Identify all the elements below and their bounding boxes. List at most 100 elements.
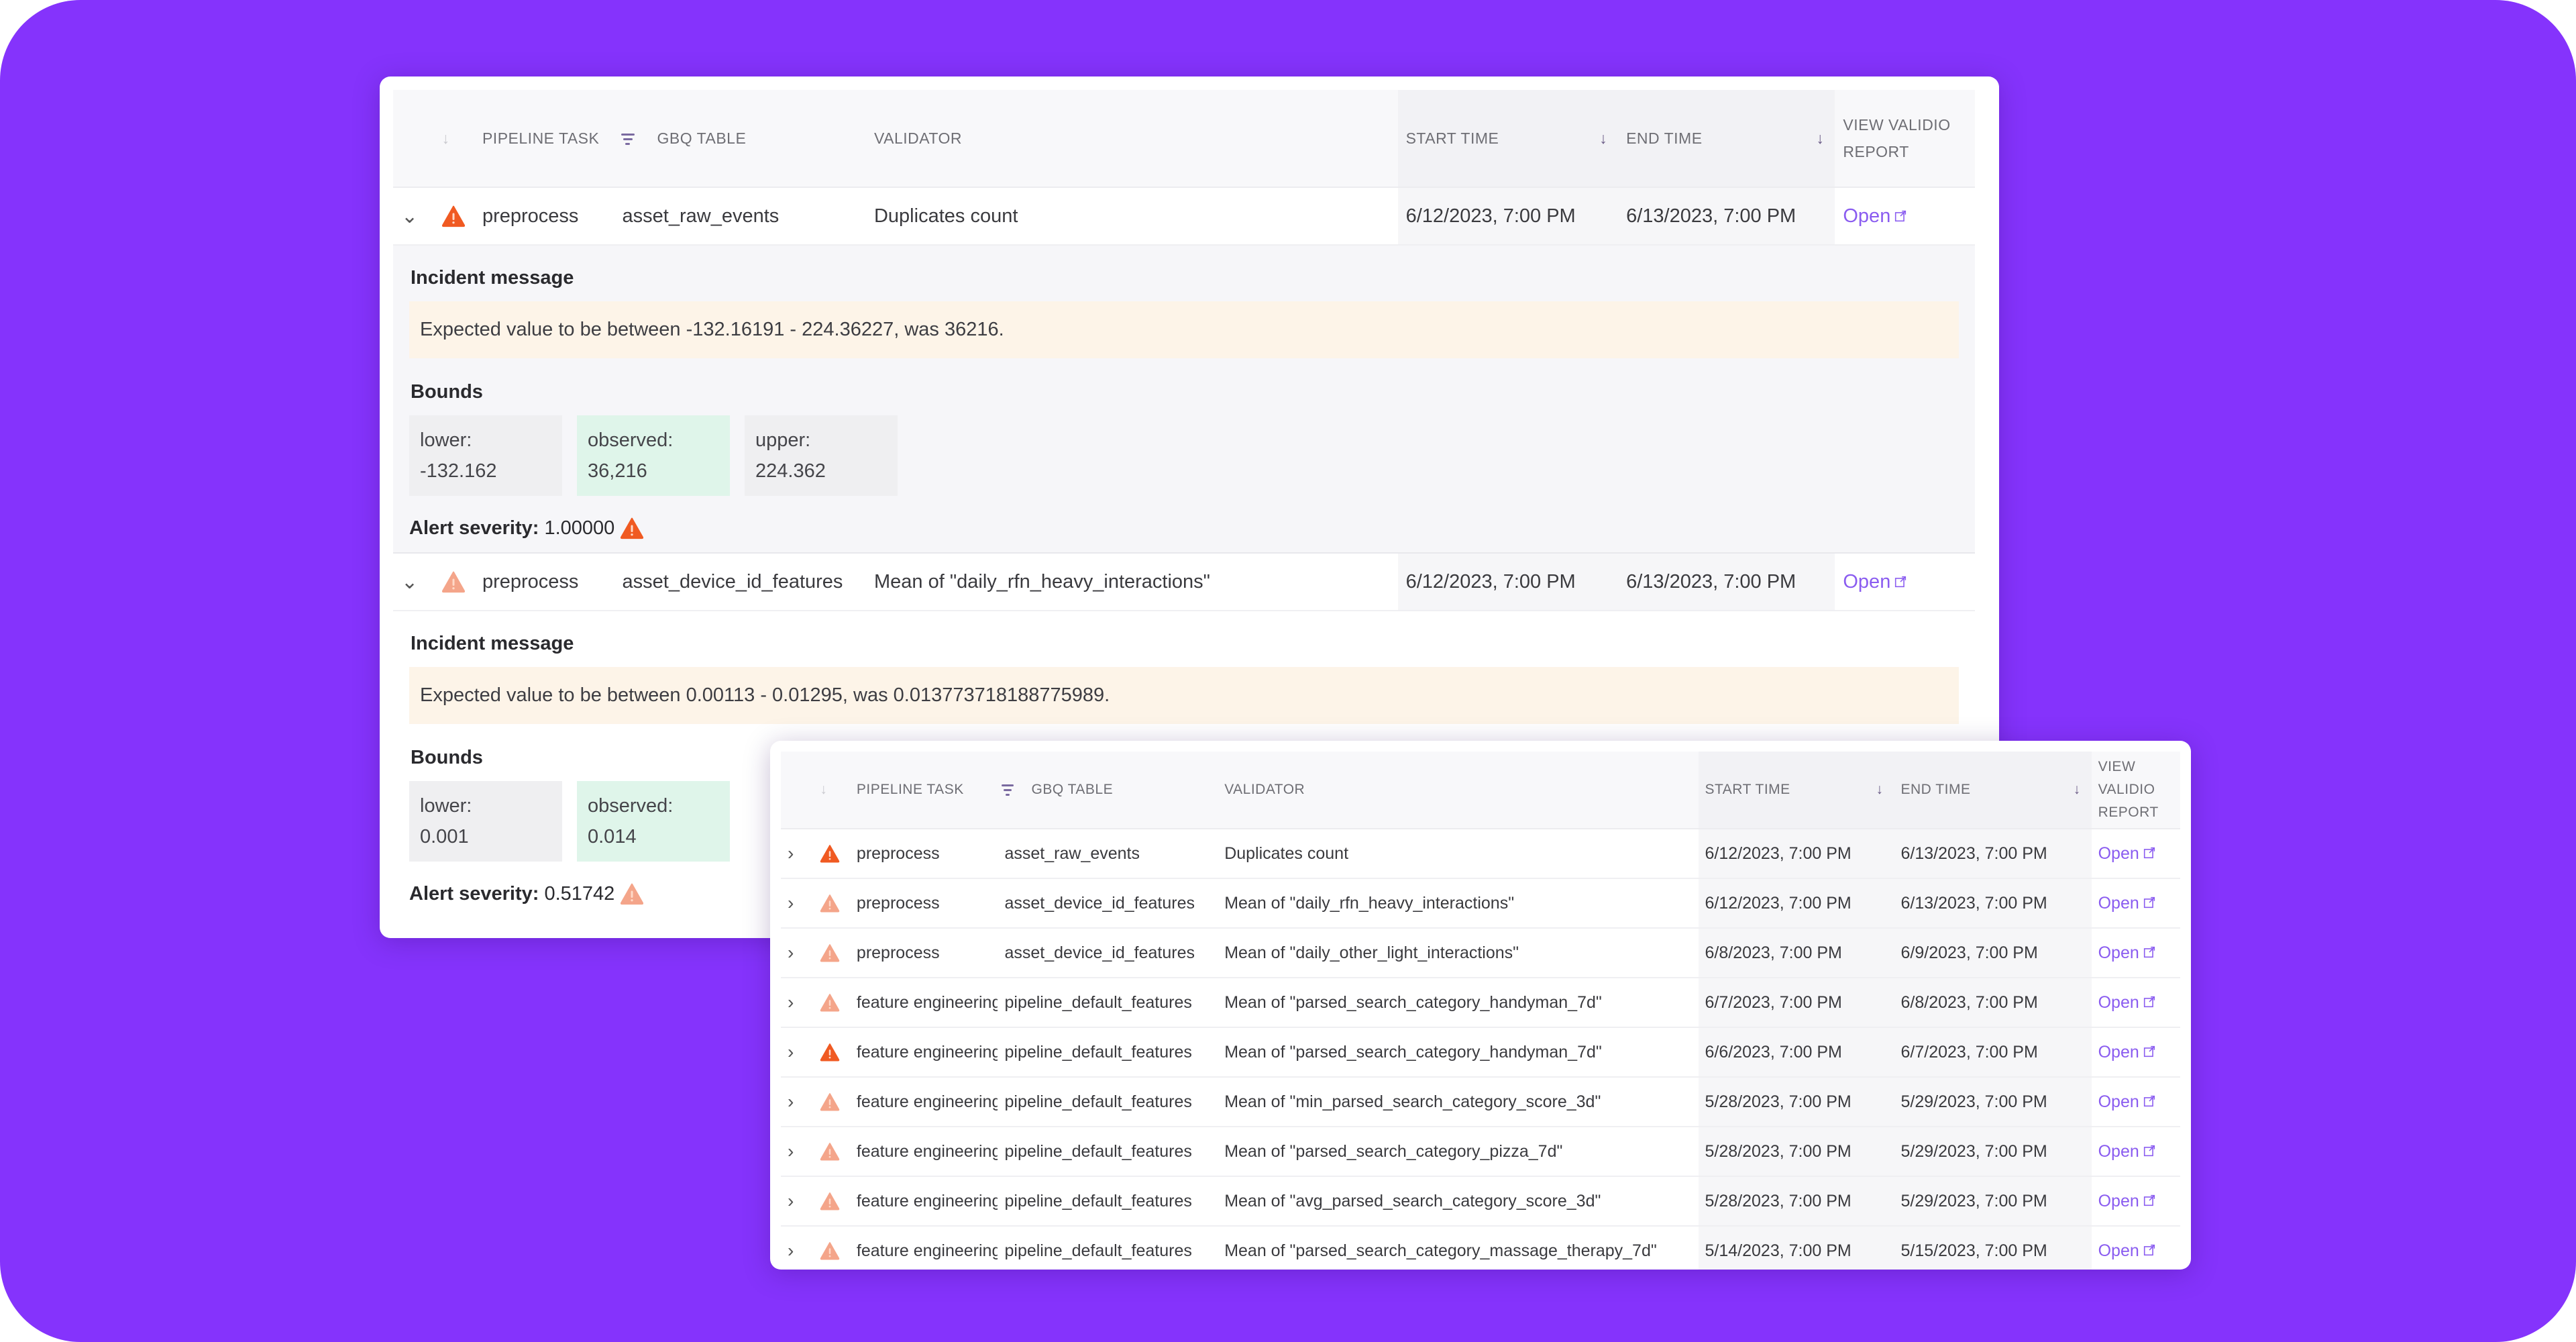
chevron-right-icon[interactable]: › xyxy=(788,942,794,963)
end-time-cell: 5/15/2023, 7:00 PM xyxy=(1894,1226,2092,1270)
incident-list-body: › preprocess asset_raw_events Duplicates co… xyxy=(781,829,2180,1270)
gbq-table-cell: pipeline_default_features xyxy=(998,1226,1218,1270)
report-cell: Open xyxy=(2091,878,2180,929)
chevron-right-icon[interactable]: › xyxy=(788,1091,794,1112)
arrow-down-icon[interactable]: ↓ xyxy=(1599,130,1607,148)
column-header-end-time[interactable]: END TIME ↓ xyxy=(1894,752,2092,829)
expand-toggle[interactable]: › xyxy=(781,1027,814,1078)
report-cell: Open xyxy=(2091,1127,2180,1177)
expand-toggle[interactable]: › xyxy=(781,878,814,929)
filter-icon[interactable] xyxy=(621,133,635,145)
open-report-link[interactable]: Open xyxy=(2098,894,2155,913)
table-row[interactable]: › feature engineering pipeline_default_fea… xyxy=(781,1077,2180,1127)
gbq-table-cell: pipeline_default_features xyxy=(998,1176,1218,1227)
collapse-toggle[interactable]: ⌄ xyxy=(393,553,434,611)
chevron-right-icon[interactable]: › xyxy=(788,1190,794,1211)
pipeline-task-cell: feature engineering xyxy=(849,1027,998,1078)
open-report-link[interactable]: Open xyxy=(2098,1092,2155,1111)
chevron-down-icon[interactable]: ⌄ xyxy=(401,205,418,227)
table-row[interactable]: › preprocess asset_device_id_features Mean … xyxy=(781,928,2180,978)
table-row[interactable]: › feature engineering pipeline_default_fea… xyxy=(781,978,2180,1028)
chevron-right-icon[interactable]: › xyxy=(788,843,794,864)
chevron-right-icon[interactable]: › xyxy=(788,892,794,913)
chevron-right-icon[interactable]: › xyxy=(788,1041,794,1062)
start-time-cell: 6/12/2023, 7:00 PM xyxy=(1397,553,1619,611)
validator-cell: Mean of "parsed_search_category_massage_… xyxy=(1218,1226,1699,1270)
pipeline-task-cell: preprocess xyxy=(849,829,998,879)
gbq-table-label: GBQ TABLE xyxy=(1031,782,1114,797)
chevron-right-icon[interactable]: › xyxy=(788,992,794,1013)
start-time-cell: 6/12/2023, 7:00 PM xyxy=(1698,878,1894,929)
bound-lower: lower: -132.162 xyxy=(409,415,562,496)
table-row[interactable]: › preprocess asset_device_id_features Mean … xyxy=(781,878,2180,929)
open-report-link[interactable]: Open xyxy=(2098,1241,2155,1260)
sort-toggle[interactable]: ↓ xyxy=(433,90,474,188)
incident-list-card: ↓ PIPELINE TASK GBQ TABLE VALIDATOR STAR… xyxy=(770,741,2191,1270)
table-row[interactable]: › feature engineering pipeline_default_fea… xyxy=(781,1127,2180,1177)
table-row[interactable]: › feature engineering pipeline_default_fea… xyxy=(781,1226,2180,1270)
bound-observed: observed: 0.014 xyxy=(577,781,730,862)
open-report-link[interactable]: Open xyxy=(1843,205,1907,227)
expand-toggle[interactable]: › xyxy=(781,1226,814,1270)
arrow-down-icon[interactable]: ↓ xyxy=(2074,782,2081,798)
end-time-cell: 6/13/2023, 7:00 PM xyxy=(1894,829,2092,879)
report-cell: Open xyxy=(2091,1176,2180,1227)
gbq-table-cell: pipeline_default_features xyxy=(998,1027,1218,1078)
warning-triangle-icon xyxy=(820,992,840,1012)
external-link-icon xyxy=(2143,1142,2155,1162)
column-header-start-time[interactable]: START TIME ↓ xyxy=(1397,90,1619,188)
table-row[interactable]: ⌄ preprocess asset_raw_events Duplicates… xyxy=(393,187,1975,246)
column-header-gbq-table[interactable]: GBQ TABLE xyxy=(614,90,866,188)
expand-toggle[interactable]: › xyxy=(781,928,814,978)
filter-icon[interactable] xyxy=(1002,784,1014,796)
validator-cell: Mean of "parsed_search_category_handyman… xyxy=(1218,1027,1699,1078)
external-link-icon xyxy=(2143,1192,2155,1211)
table-row[interactable]: ⌄ preprocess asset_device_id_features Me… xyxy=(393,553,1975,611)
expand-toggle[interactable]: › xyxy=(781,1176,814,1227)
column-header-pipeline-task[interactable]: PIPELINE TASK xyxy=(474,90,614,188)
open-report-link[interactable]: Open xyxy=(2098,1142,2155,1161)
open-report-link[interactable]: Open xyxy=(1843,571,1907,592)
chevron-down-icon[interactable]: ⌄ xyxy=(401,571,418,593)
pipeline-task-cell: preprocess xyxy=(849,928,998,978)
column-header-validator[interactable]: VALIDATOR xyxy=(865,90,1398,188)
expand-toggle[interactable]: › xyxy=(781,1127,814,1177)
arrow-down-icon: ↓ xyxy=(820,782,828,797)
column-header-validator[interactable]: VALIDATOR xyxy=(1218,752,1699,829)
expand-toggle[interactable]: › xyxy=(781,1077,814,1127)
chevron-right-icon[interactable]: › xyxy=(788,1240,794,1261)
column-header-end-time[interactable]: END TIME ↓ xyxy=(1618,90,1835,188)
sort-toggle[interactable]: ↓ xyxy=(813,752,850,829)
start-time-cell: 6/8/2023, 7:00 PM xyxy=(1698,928,1894,978)
open-report-link[interactable]: Open xyxy=(2098,993,2155,1012)
warning-triangle-icon xyxy=(820,893,840,913)
table-row[interactable]: › feature engineering pipeline_default_fea… xyxy=(781,1027,2180,1078)
pipeline-task-cell: preprocess xyxy=(474,553,614,611)
open-report-link[interactable]: Open xyxy=(2098,1043,2155,1062)
collapse-toggle[interactable]: ⌄ xyxy=(393,187,434,246)
warning-triangle-icon xyxy=(441,570,466,593)
incident-detail-panel: Incident message Expected value to be be… xyxy=(393,246,1975,552)
column-header-gbq-table[interactable]: GBQ TABLE xyxy=(998,752,1218,829)
chevron-right-icon[interactable]: › xyxy=(788,1141,794,1162)
incident-message: Expected value to be between 0.00113 - 0… xyxy=(409,667,1959,724)
warning-triangle-icon xyxy=(441,205,466,227)
expand-toggle[interactable]: › xyxy=(781,829,814,879)
external-link-icon xyxy=(2143,993,2155,1013)
external-link-icon xyxy=(2143,943,2155,963)
arrow-down-icon[interactable]: ↓ xyxy=(1816,130,1824,148)
open-report-link[interactable]: Open xyxy=(2098,844,2155,863)
external-link-icon xyxy=(2143,844,2155,864)
table-row[interactable]: › feature engineering pipeline_default_fea… xyxy=(781,1176,2180,1227)
open-report-link[interactable]: Open xyxy=(2098,943,2155,962)
bound-upper: upper: 224.362 xyxy=(745,415,898,496)
open-report-link[interactable]: Open xyxy=(2098,1192,2155,1210)
table-row[interactable]: › preprocess asset_raw_events Duplicates co… xyxy=(781,829,2180,879)
arrow-down-icon[interactable]: ↓ xyxy=(1876,782,1884,798)
end-time-cell: 6/13/2023, 7:00 PM xyxy=(1618,553,1835,611)
expand-toggle[interactable]: › xyxy=(781,978,814,1028)
column-header-pipeline-task[interactable]: PIPELINE TASK xyxy=(849,752,998,829)
pipeline-task-cell: feature engineering xyxy=(849,1077,998,1127)
validator-cell: Mean of "daily_rfn_heavy_interactions" xyxy=(1218,878,1699,929)
column-header-start-time[interactable]: START TIME ↓ xyxy=(1698,752,1894,829)
